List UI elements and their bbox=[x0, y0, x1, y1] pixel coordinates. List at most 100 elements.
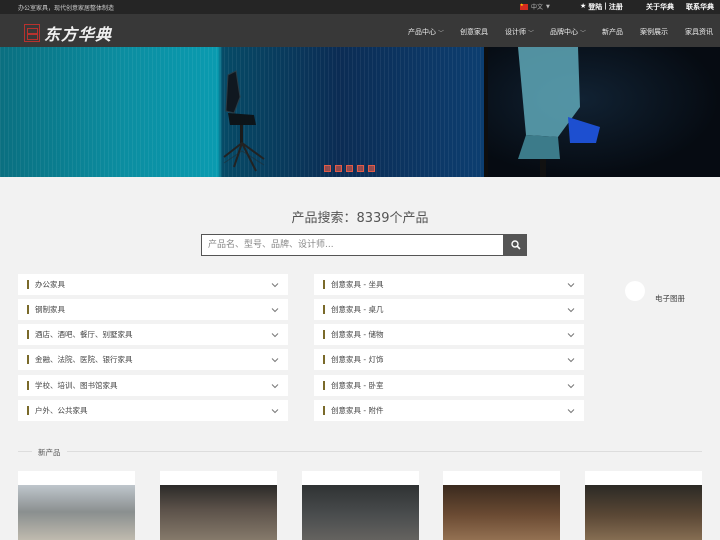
category-label: 金融、法院、医院、银行家具 bbox=[35, 355, 133, 364]
nav-item-brands[interactable]: 品牌中心 ﹀ bbox=[550, 27, 586, 37]
logo-text: 东方华典 bbox=[44, 25, 113, 44]
category-creative-bedroom[interactable]: 创意家具 - 卧室 bbox=[314, 375, 584, 396]
category-label: 办公家具 bbox=[35, 280, 65, 289]
slider-dots bbox=[324, 165, 375, 172]
nav-item-label: 品牌中心 bbox=[550, 28, 578, 36]
nav-item-products[interactable]: 产品中心 ﹀ bbox=[408, 27, 444, 37]
top-bar: 办公室家具，现代创意家居整体制造 中文 ▼ ★ 登陆 | 注册 关于华典 联系华… bbox=[0, 0, 720, 14]
category-creative-accessories[interactable]: 创意家具 - 附件 bbox=[314, 400, 584, 421]
search-box bbox=[201, 234, 527, 256]
category-office[interactable]: 办公家具 bbox=[18, 274, 288, 295]
language-label: 中文 bbox=[531, 4, 544, 11]
about-link[interactable]: 关于华典 bbox=[646, 2, 674, 12]
site-logo[interactable]: 东方华典 bbox=[24, 21, 112, 45]
login-separator: | bbox=[604, 2, 607, 10]
category-marker bbox=[323, 381, 325, 390]
login-link[interactable]: 登陆 bbox=[588, 2, 602, 12]
slider-dot[interactable] bbox=[368, 165, 375, 172]
category-marker bbox=[27, 381, 29, 390]
register-link[interactable]: 注册 bbox=[609, 2, 623, 12]
chevron-down-icon bbox=[567, 383, 575, 388]
login-register: ★ 登陆 | 注册 bbox=[580, 2, 623, 12]
contact-link[interactable]: 联系华典 bbox=[686, 2, 714, 12]
product-image bbox=[18, 485, 135, 540]
slider-dot[interactable] bbox=[346, 165, 353, 172]
chevron-down-icon bbox=[567, 282, 575, 287]
category-label: 创意家具 - 储物 bbox=[331, 330, 384, 339]
category-marker bbox=[323, 355, 325, 364]
product-image bbox=[160, 485, 277, 540]
nav-item-label: 家具资讯 bbox=[685, 28, 713, 36]
logo-seal-icon bbox=[24, 24, 40, 42]
category-marker bbox=[27, 355, 29, 364]
china-flag-icon bbox=[520, 2, 528, 10]
search-button[interactable] bbox=[504, 234, 527, 256]
banner-slide-next bbox=[488, 47, 720, 177]
nav-item-creative[interactable]: 创意家具 bbox=[460, 27, 488, 37]
chevron-down-icon bbox=[271, 383, 279, 388]
category-creative-tables[interactable]: 创意家具 - 桌几 bbox=[314, 299, 584, 320]
category-finance[interactable]: 金融、法院、医院、银行家具 bbox=[18, 349, 288, 370]
category-label: 钢制家具 bbox=[35, 305, 65, 314]
category-creative-seating[interactable]: 创意家具 - 坐具 bbox=[314, 274, 584, 295]
category-label: 户外、公共家具 bbox=[35, 406, 88, 415]
chevron-down-icon bbox=[271, 307, 279, 312]
blue-chair-image bbox=[518, 47, 600, 177]
product-card[interactable] bbox=[302, 471, 419, 540]
category-label: 创意家具 - 附件 bbox=[331, 406, 384, 415]
category-marker bbox=[323, 305, 325, 314]
category-label: 创意家具 - 灯饰 bbox=[331, 355, 384, 364]
language-selector[interactable]: 中文 ▼ bbox=[520, 2, 550, 11]
chevron-down-icon bbox=[271, 332, 279, 337]
chevron-down-icon bbox=[271, 408, 279, 413]
product-card[interactable] bbox=[160, 471, 277, 540]
nav-item-news[interactable]: 家具资讯 bbox=[685, 27, 713, 37]
category-marker bbox=[323, 330, 325, 339]
category-marker bbox=[27, 280, 29, 289]
category-creative-storage[interactable]: 创意家具 - 储物 bbox=[314, 324, 584, 345]
category-marker bbox=[27, 305, 29, 314]
nav-item-cases[interactable]: 案例展示 bbox=[640, 27, 668, 37]
main-navbar: 东方华典 产品中心 ﹀ 创意家具 设计师 ﹀ 品牌中心 ﹀ 新产品 案例展示 家… bbox=[0, 14, 720, 47]
chevron-down-icon: ﹀ bbox=[528, 29, 535, 37]
section-divider bbox=[18, 451, 702, 452]
category-label: 酒店、酒吧、餐厅、别墅家具 bbox=[35, 330, 133, 339]
nav-item-new[interactable]: 新产品 bbox=[602, 27, 623, 37]
category-marker bbox=[27, 330, 29, 339]
category-hotel[interactable]: 酒店、酒吧、餐厅、别墅家具 bbox=[18, 324, 288, 345]
product-image bbox=[585, 485, 702, 540]
slider-dot[interactable] bbox=[357, 165, 364, 172]
category-marker bbox=[323, 280, 325, 289]
office-chair-image bbox=[223, 70, 265, 172]
product-card[interactable] bbox=[585, 471, 702, 540]
product-image bbox=[302, 485, 419, 540]
category-school[interactable]: 学校、培训、图书馆家具 bbox=[18, 375, 288, 396]
nav-item-label: 新产品 bbox=[602, 28, 623, 36]
nav-item-designers[interactable]: 设计师 ﹀ bbox=[505, 27, 534, 37]
site-tagline: 办公室家具，现代创意家居整体制造 bbox=[18, 5, 115, 12]
category-creative-lighting[interactable]: 创意家具 - 灯饰 bbox=[314, 349, 584, 370]
category-marker bbox=[27, 406, 29, 415]
category-outdoor[interactable]: 户外、公共家具 bbox=[18, 400, 288, 421]
chevron-down-icon: ﹀ bbox=[580, 29, 587, 37]
slider-dot[interactable] bbox=[324, 165, 331, 172]
star-icon: ★ bbox=[580, 2, 587, 10]
product-card[interactable] bbox=[18, 471, 135, 540]
ebook-link[interactable]: 电子图册 bbox=[655, 293, 685, 304]
nav-item-label: 创意家具 bbox=[460, 28, 488, 36]
category-steel[interactable]: 钢制家具 bbox=[18, 299, 288, 320]
chevron-down-icon bbox=[567, 357, 575, 362]
chevron-down-icon bbox=[567, 332, 575, 337]
search-input[interactable] bbox=[201, 234, 504, 256]
product-card[interactable] bbox=[443, 471, 560, 540]
chevron-down-icon: ﹀ bbox=[438, 29, 445, 37]
slider-dot[interactable] bbox=[335, 165, 342, 172]
hero-banner[interactable] bbox=[0, 47, 720, 177]
category-marker bbox=[323, 406, 325, 415]
nav-item-label: 产品中心 bbox=[408, 28, 436, 36]
chevron-down-icon bbox=[271, 357, 279, 362]
chevron-down-icon bbox=[271, 282, 279, 287]
caret-down-icon: ▼ bbox=[546, 3, 550, 10]
ebook-icon[interactable] bbox=[625, 281, 645, 301]
new-products-heading: 新产品 bbox=[32, 447, 67, 458]
